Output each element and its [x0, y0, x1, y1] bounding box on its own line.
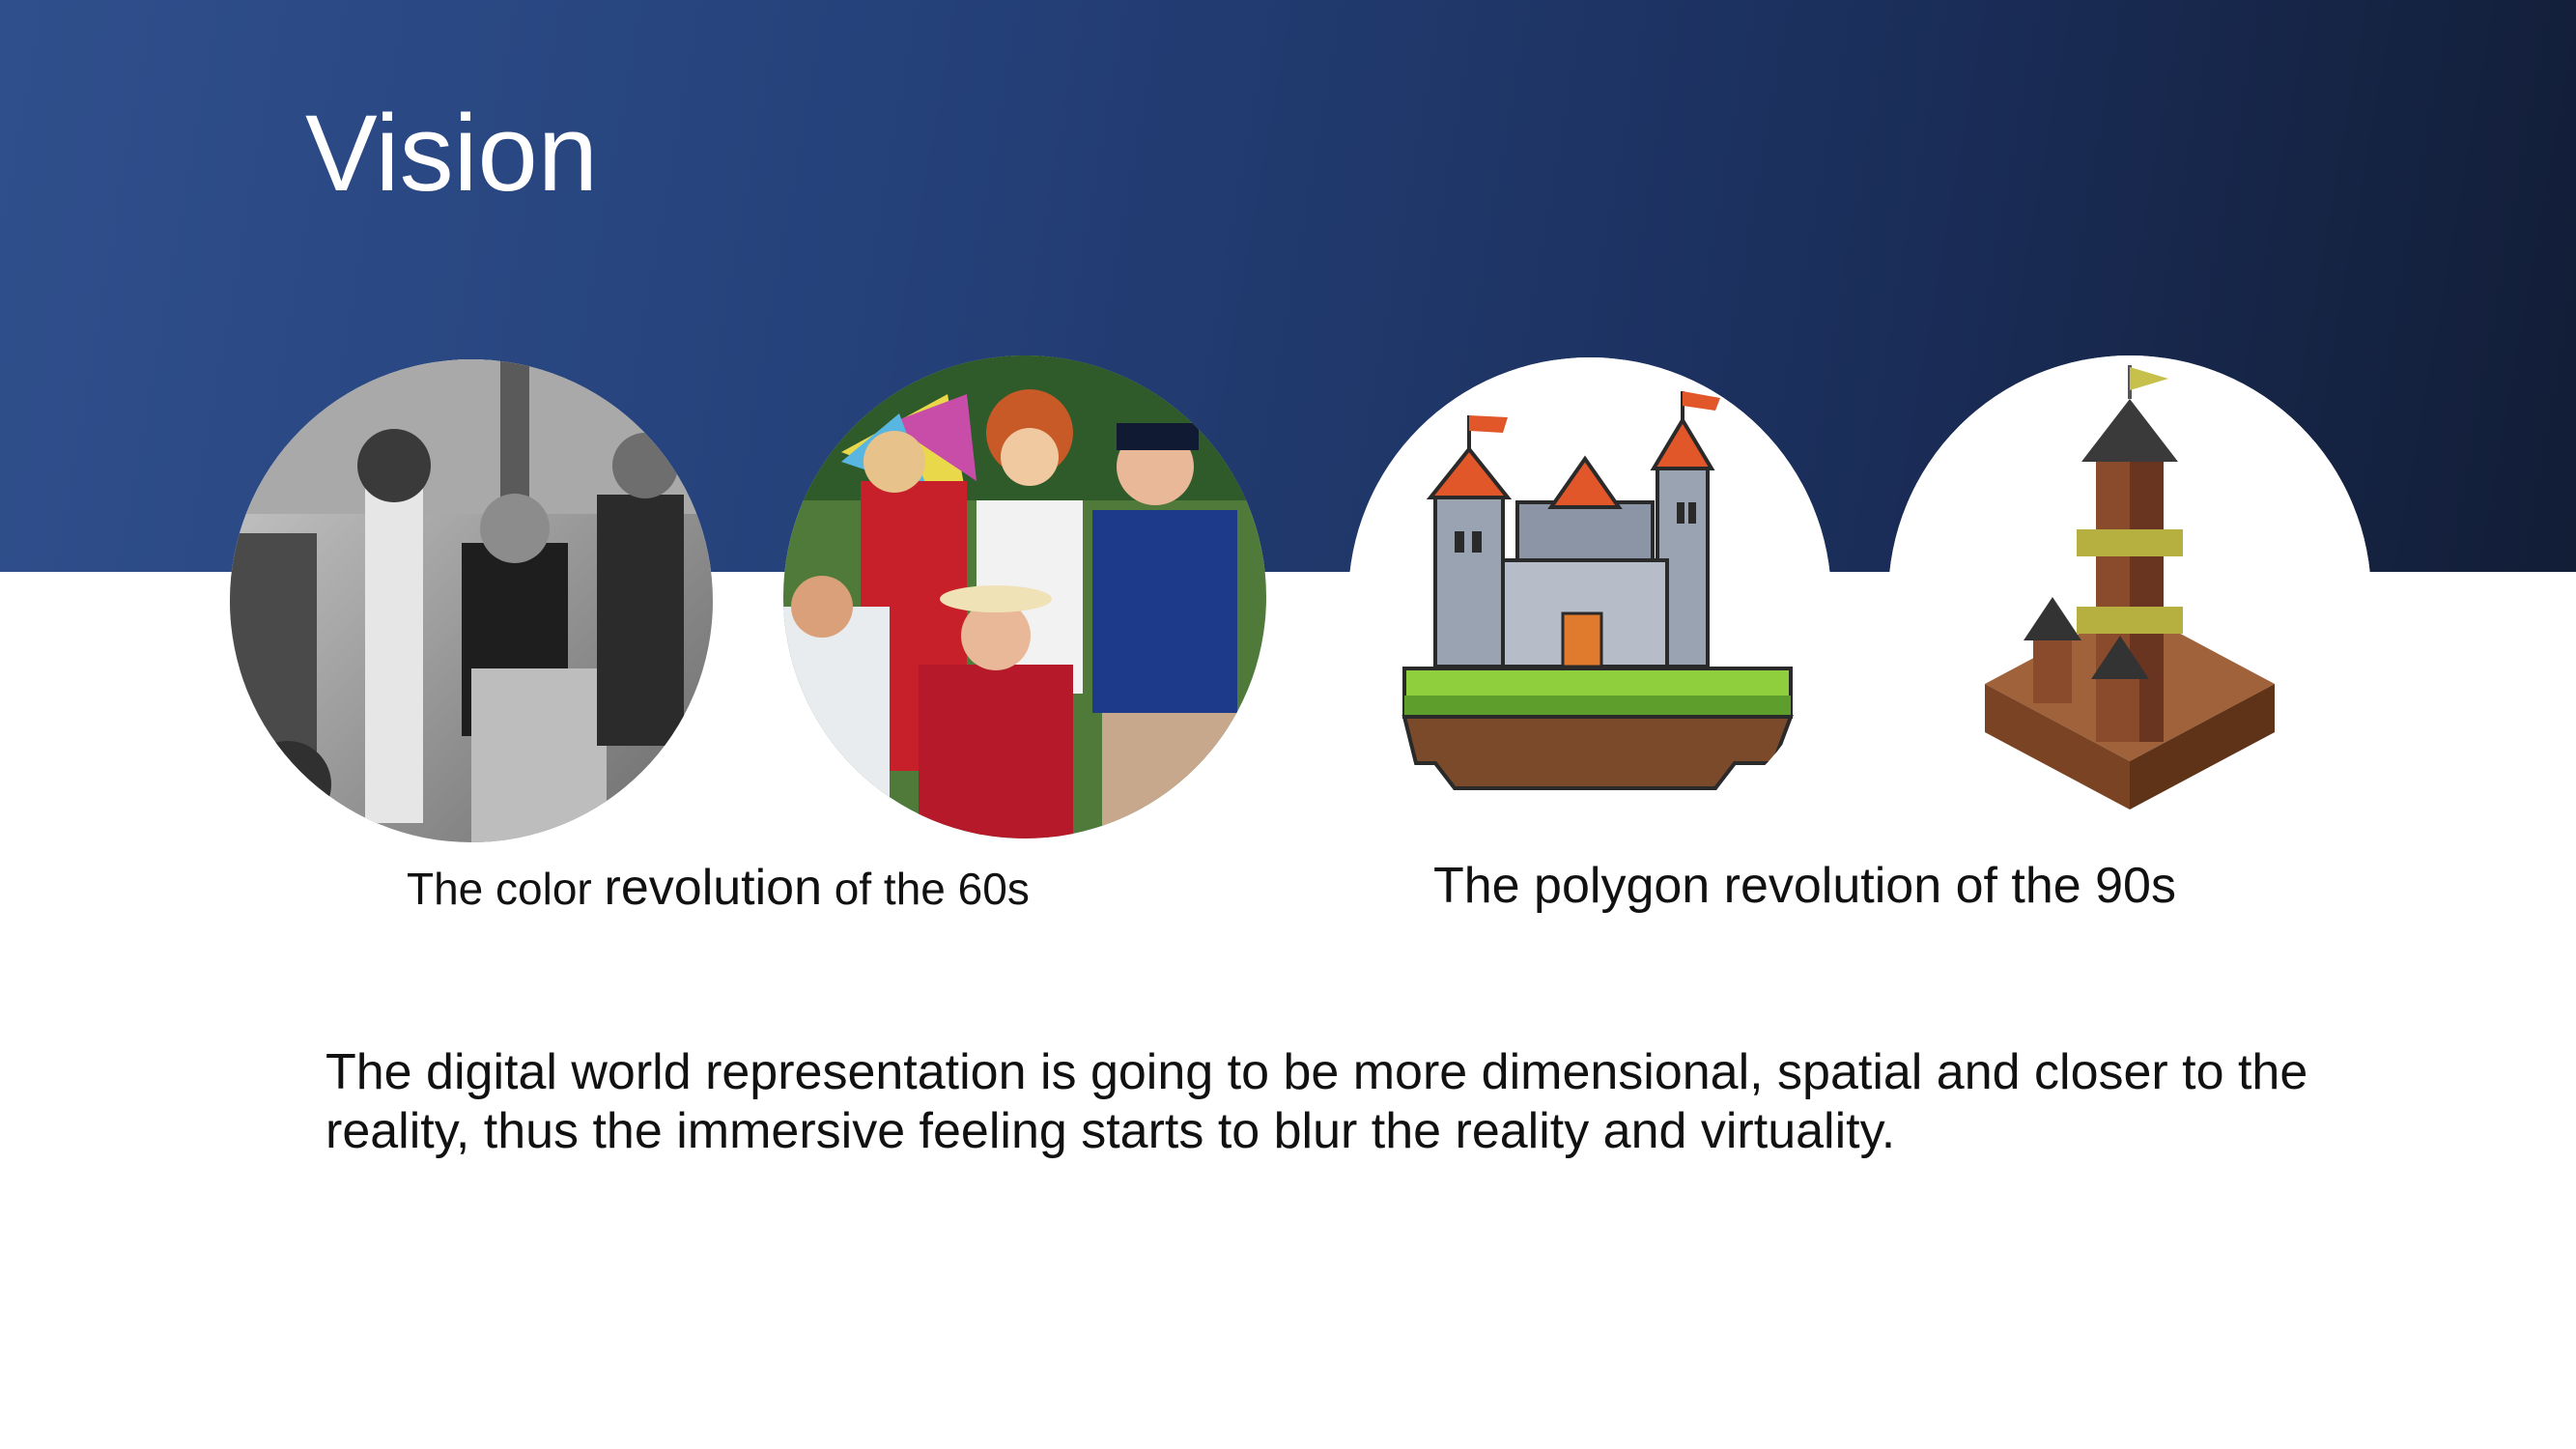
color-cast-photo — [783, 355, 1266, 838]
black-and-white-cast-photo — [230, 359, 713, 842]
caption-left-part-2: revolution — [604, 860, 822, 916]
slide-title: Vision — [305, 93, 599, 213]
polygon-castle-illustration — [1888, 355, 2371, 838]
caption-left-part-1: The color — [407, 864, 605, 914]
pixel-castle-illustration — [1348, 357, 1831, 840]
body-paragraph: The digital world representation is goin… — [326, 1043, 2412, 1161]
body-line-1: The digital world representation is goin… — [326, 1044, 2308, 1100]
caption-color-revolution: The color revolution of the 60s — [407, 858, 1030, 918]
caption-left-part-3: of the 60s — [822, 864, 1030, 914]
body-line-2: reality, thus the immersive feeling star… — [326, 1103, 1896, 1159]
caption-polygon-revolution: The polygon revolution of the 90s — [1433, 858, 2176, 914]
